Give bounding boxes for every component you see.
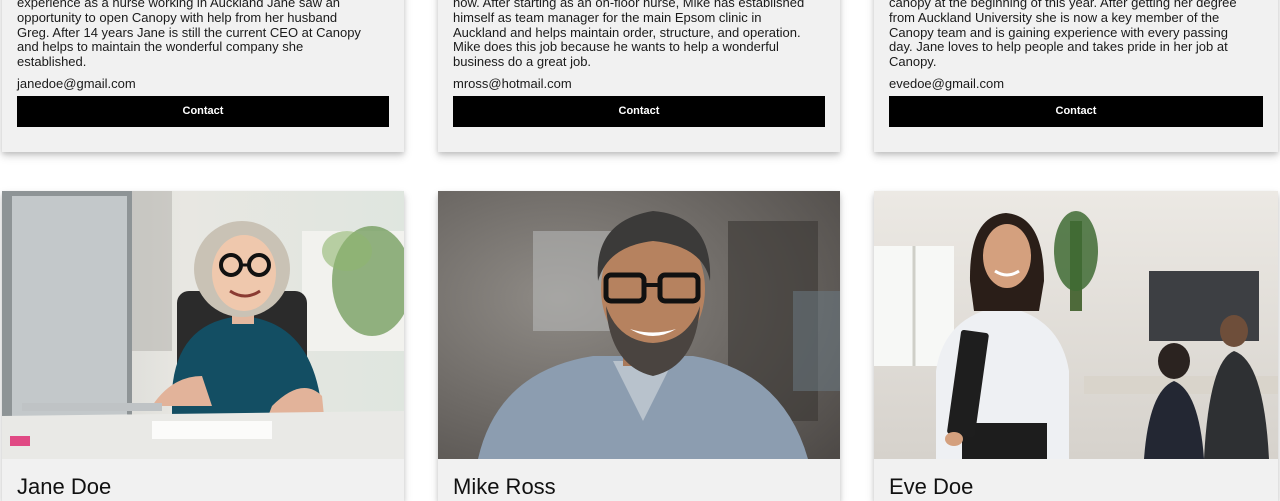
- member-name: Jane Doe: [17, 474, 112, 499]
- contact-button[interactable]: Contact: [453, 95, 825, 127]
- member-name: Mike Ross: [453, 474, 556, 499]
- team-card-jane-doe: Jane Doe: [2, 191, 404, 501]
- member-email: evedoe@gmail.com: [889, 75, 1005, 91]
- member-bio: experience as a nurse working in Aucklan…: [17, 0, 361, 70]
- team-card-eve-doe: Eve Doe: [874, 191, 1278, 501]
- member-email: janedoe@gmail.com: [17, 75, 136, 91]
- member-bio: canopy at the beginning of this year. Af…: [889, 0, 1237, 70]
- portrait-photo-woman-glasses: [2, 191, 404, 459]
- contact-button[interactable]: Contact: [17, 95, 389, 127]
- member-email: mross@hotmail.com: [453, 75, 572, 91]
- card-body: now. After starting as an on-floor nurse…: [453, 0, 825, 127]
- portrait-photo-man-glasses: [438, 191, 840, 459]
- team-cards-row-top: experience as a nurse working in Aucklan…: [0, 0, 1280, 160]
- card-body: experience as a nurse working in Aucklan…: [17, 0, 389, 127]
- portrait-photo-woman-folder: [874, 191, 1278, 459]
- contact-button[interactable]: Contact: [889, 95, 1263, 127]
- team-card-mike-ross: now. After starting as an on-floor nurse…: [438, 0, 840, 152]
- member-name: Eve Doe: [889, 474, 974, 499]
- member-bio: now. After starting as an on-floor nurse…: [453, 0, 805, 70]
- card-body: canopy at the beginning of this year. Af…: [889, 0, 1263, 127]
- team-card-eve-doe: canopy at the beginning of this year. Af…: [874, 0, 1278, 152]
- team-card-jane-doe: experience as a nurse working in Aucklan…: [2, 0, 404, 152]
- team-cards-row-bottom: Jane Doe Mike Ross Eve Doe: [0, 191, 1280, 501]
- team-card-mike-ross: Mike Ross: [438, 191, 840, 501]
